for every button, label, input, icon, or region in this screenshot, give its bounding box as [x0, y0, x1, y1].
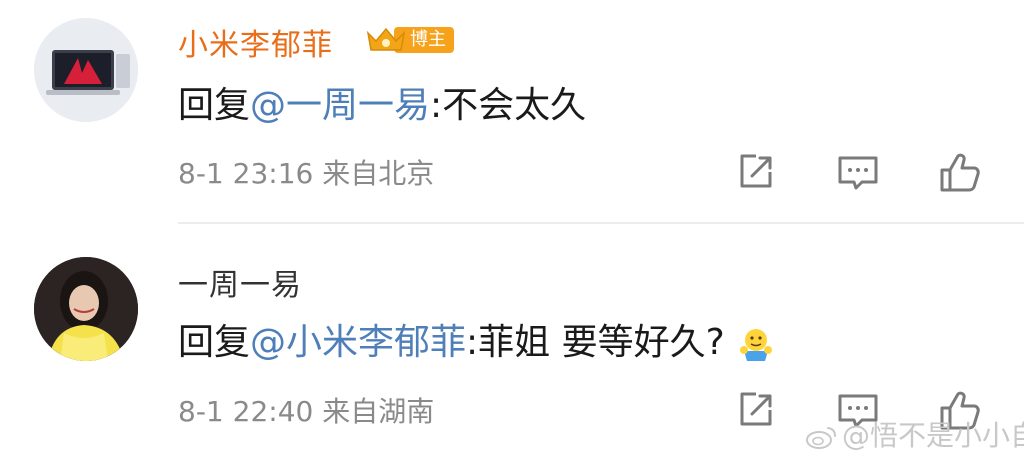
comment-icon[interactable]: [836, 150, 880, 194]
laptop-image: [34, 18, 138, 122]
comment-location: 来自湖南: [322, 395, 435, 428]
comment-meta: 8-1 23:16 来自北京: [178, 152, 434, 192]
like-icon[interactable]: [938, 150, 982, 194]
share-icon[interactable]: [734, 150, 778, 194]
divider: [178, 222, 1024, 224]
comment-time: 8-1 23:16: [178, 157, 314, 190]
username[interactable]: 一周一易: [178, 260, 302, 304]
watermark: @悟不是小小自: [806, 414, 1024, 454]
reply-text: :菲姐 要等好久?: [466, 322, 725, 363]
comment-location: 来自北京: [322, 157, 435, 190]
mention-link[interactable]: @小米李郁菲: [250, 322, 466, 363]
watermark-text: @悟不是小小自: [842, 419, 1024, 452]
reply-content: 回复@一周一易:不会太久: [178, 76, 586, 128]
wave-emoji-icon: [739, 329, 772, 361]
share-icon[interactable]: [734, 388, 778, 432]
mention-link[interactable]: @一周一易: [250, 85, 430, 126]
person-photo: [34, 257, 138, 361]
crown-icon: [366, 27, 406, 51]
action-bar: [728, 150, 988, 194]
comment-item: 小米李郁菲 博主 回复@一周一易:不会太久 8-1 23:16 来自北京: [0, 0, 1024, 224]
comment-time: 8-1 22:40: [178, 395, 314, 428]
reply-prefix: 回复: [178, 85, 251, 126]
blogger-badge: 博主: [364, 23, 458, 55]
weibo-logo-icon: [806, 427, 836, 449]
reply-prefix: 回复: [178, 322, 251, 363]
reply-content: 回复@小米李郁菲:菲姐 要等好久?: [178, 313, 775, 365]
avatar[interactable]: [34, 257, 138, 361]
username[interactable]: 小米李郁菲: [178, 20, 333, 64]
comment-meta: 8-1 22:40 来自湖南: [178, 390, 434, 430]
avatar[interactable]: [34, 18, 138, 122]
reply-text: :不会太久: [430, 85, 587, 126]
